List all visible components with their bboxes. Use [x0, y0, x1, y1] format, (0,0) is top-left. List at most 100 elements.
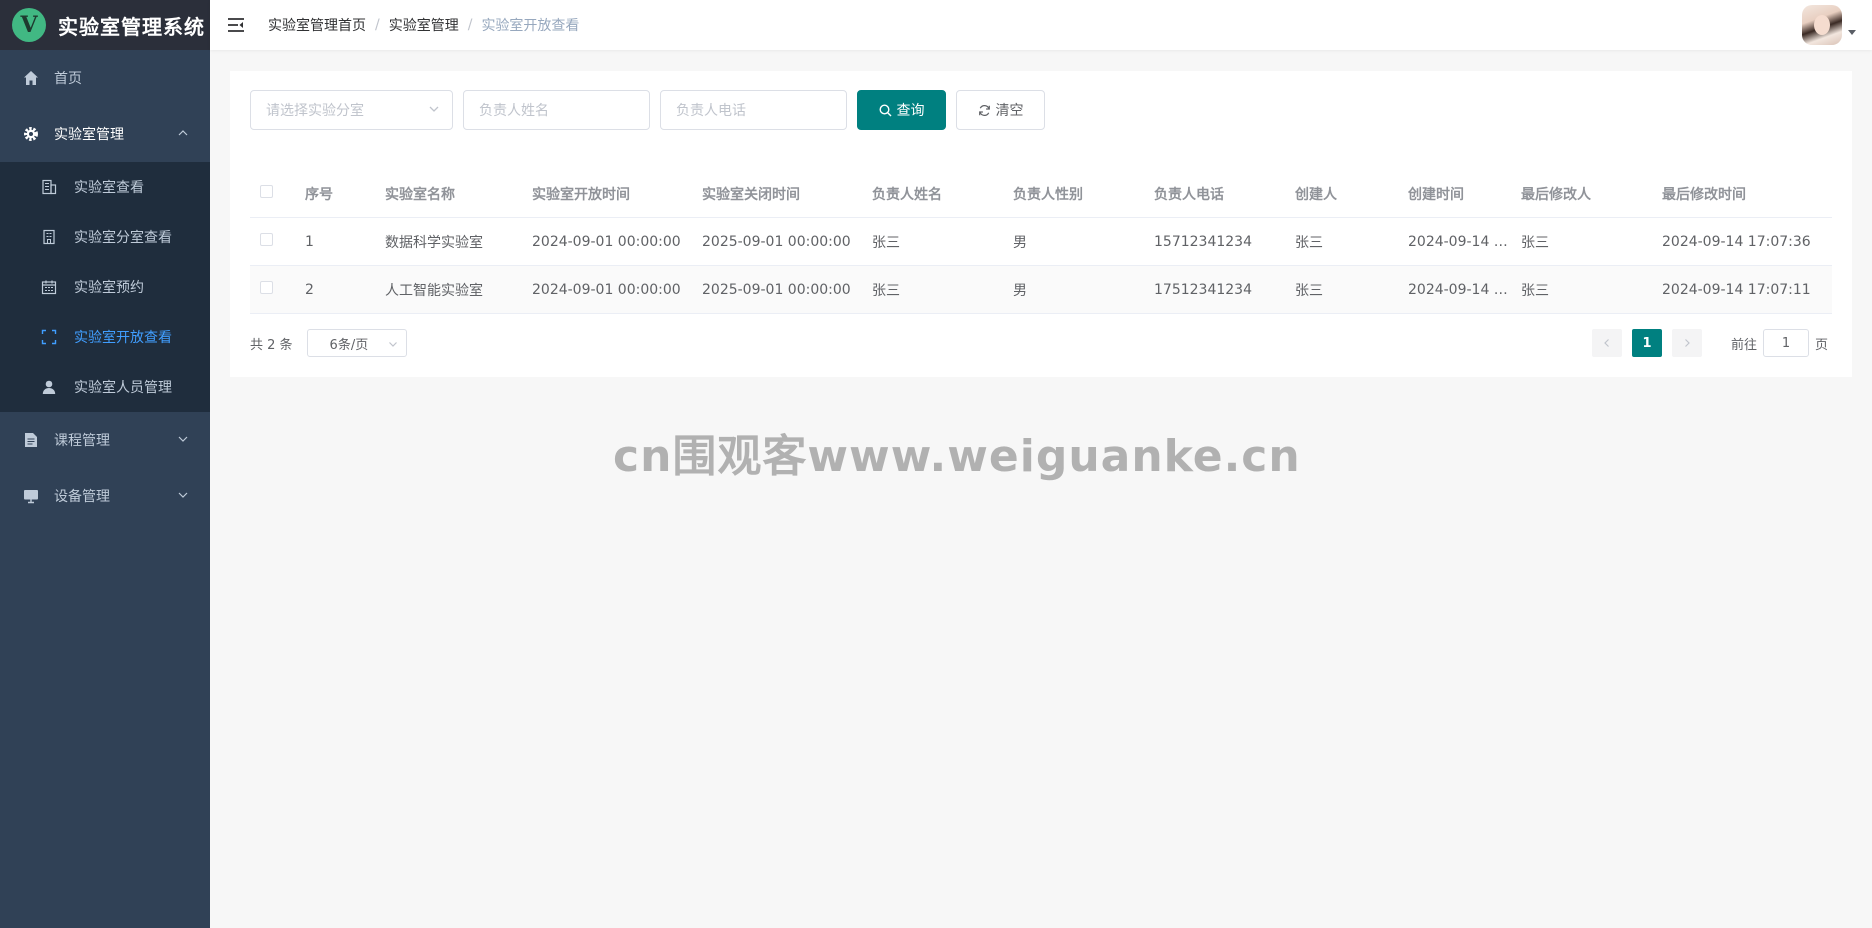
- pager-controls: 1 前往 1 页: [1587, 328, 1828, 358]
- table-cell: 2024-09-14 17:07:11: [1662, 281, 1811, 298]
- sidebar-item-reservation[interactable]: 实验室预约: [0, 262, 210, 312]
- office-icon: [40, 229, 58, 245]
- column-header: 实验室名称: [385, 186, 455, 203]
- manager-name-input[interactable]: 负责人姓名: [463, 90, 650, 130]
- sidebar-item-branch-view[interactable]: 实验室分室查看: [0, 212, 210, 262]
- table-cell: 张三: [1295, 282, 1323, 299]
- branch-select[interactable]: 请选择实验分室: [250, 90, 453, 130]
- table-cell: 数据科学实验室: [385, 234, 483, 251]
- column-header: 负责人性别: [1013, 186, 1083, 203]
- row-checkbox[interactable]: [260, 233, 273, 246]
- monitor-icon: [20, 488, 42, 504]
- page-number-button[interactable]: 1: [1631, 329, 1662, 357]
- breadcrumb: 实验室管理首页 / 实验室管理 / 实验室开放查看: [268, 15, 579, 35]
- breadcrumb-home[interactable]: 实验室管理首页: [268, 15, 366, 35]
- table-cell: 2024-09-14 …: [1408, 233, 1508, 250]
- table-cell: 男: [1013, 282, 1027, 299]
- table-cell: 2024-09-01 00:00:00: [532, 281, 681, 298]
- document-icon: [20, 432, 42, 448]
- column-header: 负责人姓名: [872, 186, 942, 203]
- logo-area[interactable]: V 实验室管理系统: [0, 0, 210, 50]
- chevron-right-icon: [1685, 339, 1690, 347]
- hamburger-icon[interactable]: [226, 15, 246, 35]
- select-all-cell: [250, 185, 305, 202]
- menu-item-course-management[interactable]: 课程管理: [0, 412, 210, 468]
- table-row[interactable]: 2 人工智能实验室 2024-09-01 00:00:00 2025-09-01…: [250, 266, 1832, 314]
- breadcrumb-current: 实验室开放查看: [481, 18, 580, 34]
- chevron-left-icon: [1604, 339, 1609, 347]
- breadcrumb-separator: /: [467, 17, 473, 33]
- column-header: 序号: [305, 186, 333, 203]
- pagination: 共 2 条 6条/页 1 前往 1 页: [250, 328, 1832, 358]
- page-size-value: 6条/页: [329, 337, 369, 353]
- user-menu[interactable]: [1802, 5, 1856, 45]
- table-cell: 2025-09-01 00:00:00: [702, 233, 851, 250]
- sidebar-item-label: 实验室查看: [74, 180, 144, 196]
- table-cell: 2025-09-01 00:00:00: [702, 281, 851, 298]
- sidebar-item-label: 实验室预约: [74, 280, 144, 296]
- user-icon: [40, 379, 58, 395]
- table-cell: 张三: [1521, 234, 1549, 251]
- row-select-cell: [250, 233, 305, 250]
- home-icon: [20, 70, 42, 86]
- breadcrumb-lab-management[interactable]: 实验室管理: [389, 15, 459, 35]
- main-card: 请选择实验分室 负责人姓名 负责人电话 查询 清空 序号 实验室名称 实验室开放…: [230, 71, 1852, 377]
- chevron-down-icon: [178, 432, 188, 448]
- row-checkbox[interactable]: [260, 281, 273, 294]
- menu-item-label: 首页: [54, 71, 82, 87]
- sidebar-item-label: 实验室分室查看: [74, 230, 172, 246]
- submenu-lab-management: 实验室查看 实验室分室查看 实验室预约 实验室开放查看 实验室人员管理: [0, 162, 210, 412]
- sidebar-item-lab-view[interactable]: 实验室查看: [0, 162, 210, 212]
- sidebar-item-staff[interactable]: 实验室人员管理: [0, 362, 210, 412]
- column-header: 最后修改时间: [1662, 186, 1746, 203]
- manager-phone-input[interactable]: 负责人电话: [660, 90, 847, 130]
- data-table: 序号 实验室名称 实验室开放时间 实验室关闭时间 负责人姓名 负责人性别 负责人…: [250, 170, 1832, 314]
- table-row[interactable]: 1 数据科学实验室 2024-09-01 00:00:00 2025-09-01…: [250, 218, 1832, 266]
- logo-icon: V: [12, 8, 46, 42]
- menu-item-label: 实验室管理: [54, 127, 124, 143]
- menu-item-device-management[interactable]: 设备管理: [0, 468, 210, 524]
- caret-down-icon[interactable]: [1848, 29, 1856, 35]
- avatar[interactable]: [1802, 5, 1842, 45]
- manager-phone-placeholder: 负责人电话: [676, 103, 746, 119]
- column-header: 创建时间: [1408, 186, 1464, 203]
- select-all-checkbox[interactable]: [260, 185, 273, 198]
- table-header-row: 序号 实验室名称 实验室开放时间 实验室关闭时间 负责人姓名 负责人性别 负责人…: [250, 170, 1832, 218]
- next-page-button[interactable]: [1671, 329, 1702, 357]
- menu-item-lab-management[interactable]: 实验室管理: [0, 106, 210, 162]
- manager-name-placeholder: 负责人姓名: [479, 103, 549, 119]
- gear-icon: [20, 125, 42, 143]
- chevron-down-icon: [428, 103, 440, 119]
- column-header: 创建人: [1295, 186, 1337, 203]
- table-cell: 2024-09-14 …: [1408, 281, 1508, 298]
- table-cell: 15712341234: [1154, 233, 1252, 250]
- table-cell: 张三: [1521, 282, 1549, 299]
- page-size-select[interactable]: 6条/页: [306, 329, 407, 357]
- chevron-down-icon: [388, 338, 398, 353]
- table-cell: 2024-09-01 00:00:00: [532, 233, 681, 250]
- total-count: 共 2 条: [250, 337, 293, 353]
- table-cell: 张三: [872, 282, 900, 299]
- goto-page-input[interactable]: 1: [1762, 329, 1809, 357]
- goto-page: 前往 1 页: [1731, 329, 1828, 357]
- column-header: 最后修改人: [1521, 186, 1591, 203]
- sidebar: V 实验室管理系统 首页 实验室管理 实验室查看 实验室分室查看 实验室预约 实…: [0, 0, 210, 928]
- table-cell: 17512341234: [1154, 281, 1252, 298]
- breadcrumb-separator: /: [375, 17, 380, 33]
- goto-prefix: 前往: [1730, 337, 1757, 353]
- search-bar: 请选择实验分室 负责人姓名 负责人电话 查询 清空: [250, 90, 1055, 130]
- menu-item-home[interactable]: 首页: [0, 50, 210, 106]
- calendar-icon: [40, 279, 58, 295]
- refresh-icon: [978, 104, 991, 117]
- column-header: 负责人电话: [1154, 186, 1224, 203]
- sidebar-item-label: 实验室人员管理: [74, 380, 172, 396]
- sidebar-item-open-view[interactable]: 实验室开放查看: [0, 312, 210, 362]
- menu-item-label: 课程管理: [54, 433, 110, 449]
- query-button-label: 查询: [896, 103, 925, 119]
- prev-page-button[interactable]: [1591, 329, 1622, 357]
- table-cell: 人工智能实验室: [385, 282, 483, 299]
- query-button[interactable]: 查询: [857, 90, 946, 130]
- clear-button[interactable]: 清空: [956, 90, 1045, 130]
- table-cell: 1: [305, 233, 314, 250]
- table-cell: 2: [305, 281, 314, 298]
